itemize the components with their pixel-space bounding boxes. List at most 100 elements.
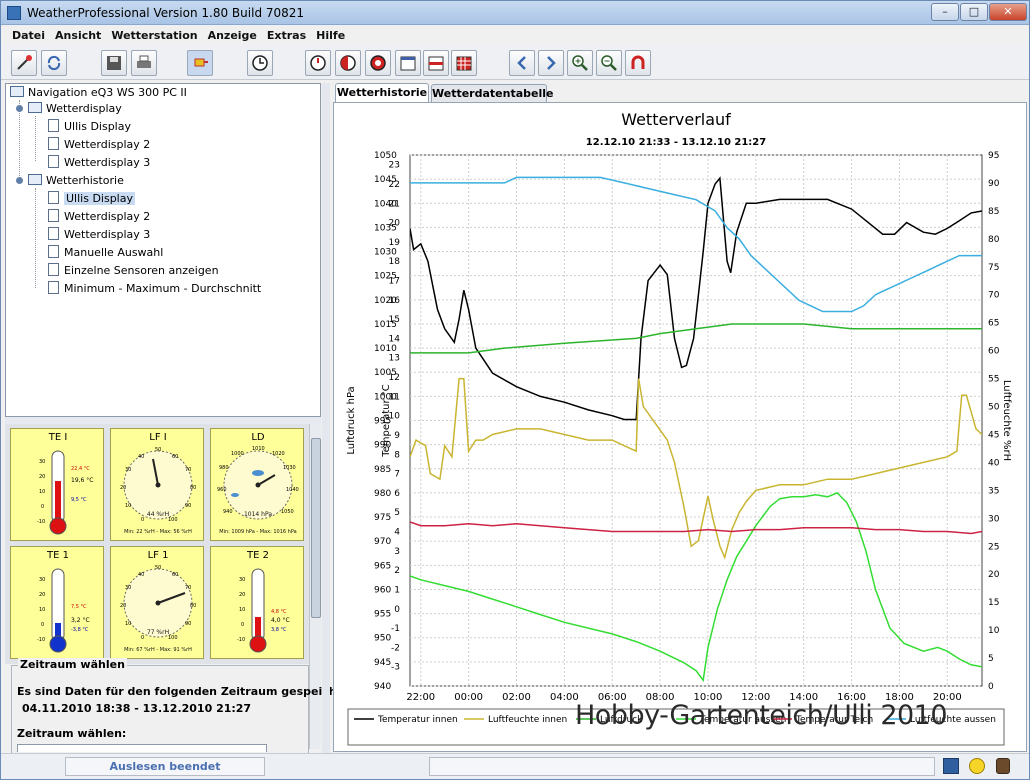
gauge-scale-40: 40 xyxy=(138,572,145,578)
print-button[interactable] xyxy=(131,50,157,76)
gauge-scale-m10: -10 xyxy=(37,519,46,525)
tree-item-wetterdisplay-2[interactable]: Wetterdisplay 2 xyxy=(48,137,150,153)
refresh-button[interactable] xyxy=(41,50,67,76)
temp-tick-label: -1 xyxy=(391,624,400,634)
temp-tick-label: 14 xyxy=(389,334,401,344)
thermometer-icon xyxy=(49,568,67,653)
horizontal-splitter[interactable] xyxy=(5,417,321,424)
humidity-tick-label: 30 xyxy=(988,514,1000,524)
pressure-tick-label: 965 xyxy=(374,561,391,571)
calendar-month-button[interactable] xyxy=(451,50,477,76)
gauge-scale-0: 0 xyxy=(141,635,145,641)
humidity-tick-label: 70 xyxy=(988,291,1000,301)
gauge-scale-80: 80 xyxy=(190,603,197,609)
status-progress xyxy=(429,757,935,776)
station-icon[interactable] xyxy=(996,758,1010,774)
tree-item-wetterdisplay-3[interactable]: Wetterdisplay 3 xyxy=(48,155,150,171)
gauge-panel-scrollbar[interactable] xyxy=(309,424,321,749)
temp-tick-label: 6 xyxy=(394,489,400,499)
monitor-icon[interactable] xyxy=(943,758,959,774)
clock-12h-button[interactable] xyxy=(365,50,391,76)
expand-icon[interactable] xyxy=(16,105,23,112)
gauge-scale-70: 70 xyxy=(185,467,192,473)
x-tick-label: 22:00 xyxy=(406,692,435,703)
gauge-scale-960: 960 xyxy=(217,487,227,493)
pressure-tick-label: 970 xyxy=(374,537,391,547)
gauge-scale-m10: -10 xyxy=(237,637,246,643)
gauge-scale-980: 980 xyxy=(219,465,229,471)
gauge-scale-1000: 1000 xyxy=(231,451,244,457)
tree-root[interactable]: Navigation eQ3 WS 300 PC II xyxy=(10,85,187,101)
tab-wetterdatentabelle[interactable]: Wetterdatentabelle xyxy=(431,84,553,103)
tree-item-manuelle-auswahl[interactable]: Manuelle Auswahl xyxy=(48,245,163,261)
wizard-icon xyxy=(17,55,32,70)
maximize-button[interactable]: □ xyxy=(960,3,988,21)
temp-tick-label: 13 xyxy=(389,354,400,364)
zeitraum-range: 04.11.2010 18:38 - 13.12.2010 21:27 xyxy=(22,702,252,715)
wizard-button[interactable] xyxy=(11,50,37,76)
gauge-scale-30: 30 xyxy=(39,459,46,465)
temp-tick-label: 8 xyxy=(394,450,400,460)
gauge-panel: TE I 19,6 °C 22,4 °C 9,5 °C 30 20 10 0 -… xyxy=(5,424,309,664)
gauge-scale-m10: -10 xyxy=(37,637,46,643)
menu-hilfe[interactable]: Hilfe xyxy=(311,26,350,45)
calendar-icon xyxy=(400,56,416,71)
menu-bar: Datei Ansicht Wetterstation Anzeige Extras Hi… xyxy=(1,26,1029,46)
zeitraum-select[interactable] xyxy=(17,744,267,752)
calendar-week-button[interactable] xyxy=(423,50,449,76)
temp-tick-label: 20 xyxy=(389,219,401,229)
smiley-icon[interactable] xyxy=(969,758,985,774)
pressure-tick-label: 1050 xyxy=(374,151,397,161)
expand-icon[interactable] xyxy=(16,177,23,184)
zoom-out-button[interactable] xyxy=(596,50,622,76)
vertical-splitter[interactable] xyxy=(322,83,330,753)
back-button[interactable] xyxy=(509,50,535,76)
tree-item-einzelne-sensoren[interactable]: Einzelne Sensoren anzeigen xyxy=(48,263,219,279)
minimize-button[interactable]: – xyxy=(931,3,959,21)
hygrometer-icon xyxy=(123,568,193,638)
document-icon xyxy=(48,119,59,132)
gauge-lf-1: LF 1 77 %rH Min: 67 %rH - Max: 91 %rH 0 … xyxy=(110,546,204,659)
clock-6h-button[interactable] xyxy=(335,50,361,76)
forward-button[interactable] xyxy=(538,50,564,76)
document-icon xyxy=(48,191,59,204)
tree-group-wetterhistorie[interactable]: Wetterhistorie xyxy=(28,173,124,189)
tab-wetterhistorie[interactable]: Wetterhistorie xyxy=(335,83,429,104)
gauge-scale-20: 20 xyxy=(120,485,127,491)
legend-label-1: Luftfeuchte innen xyxy=(488,715,567,725)
clock-1h-button[interactable] xyxy=(305,50,331,76)
temp-tick-label: 21 xyxy=(389,199,400,209)
tree-group-wetterdisplay[interactable]: Wetterdisplay xyxy=(28,101,122,117)
menu-anzeige[interactable]: Anzeige xyxy=(203,26,262,45)
tree-item-min-max[interactable]: Minimum - Maximum - Durchschnitt xyxy=(48,281,261,297)
save-button[interactable] xyxy=(101,50,127,76)
calendar-day-button[interactable] xyxy=(395,50,421,76)
tree-item-ullis-display[interactable]: Ullis Display xyxy=(48,119,131,135)
gauge-scale-1050: 1050 xyxy=(281,509,294,515)
pressure-axis-label: Luftdruck hPa xyxy=(346,386,357,454)
zoom-in-button[interactable] xyxy=(567,50,593,76)
gauge-scale-90: 90 xyxy=(185,621,192,627)
calendar-icon xyxy=(456,56,472,71)
gauge-value: 3,2 °C xyxy=(71,617,90,624)
tree-item-historie-wetterdisplay-3[interactable]: Wetterdisplay 3 xyxy=(48,227,150,243)
menu-ansicht[interactable]: Ansicht xyxy=(50,26,106,45)
reset-zoom-button[interactable] xyxy=(625,50,651,76)
scrollbar-thumb[interactable] xyxy=(311,438,321,618)
clock-button[interactable] xyxy=(247,50,273,76)
gauge-max: 7,5 °C xyxy=(71,604,87,610)
pressure-tick-label: 960 xyxy=(374,585,391,595)
pressure-tick-label: 1010 xyxy=(374,344,397,354)
gauge-scale-80: 80 xyxy=(190,485,197,491)
navigation-tree: Navigation eQ3 WS 300 PC II Wetterdispla… xyxy=(5,83,321,417)
title-bar[interactable]: WeatherProfessional Version 1.80 Build 7… xyxy=(1,1,1029,25)
menu-datei[interactable]: Datei xyxy=(7,26,50,45)
humidity-tick-label: 35 xyxy=(988,486,999,496)
menu-wetterstation[interactable]: Wetterstation xyxy=(106,26,202,45)
temp-tick-label: 5 xyxy=(394,508,400,518)
tree-item-historie-wetterdisplay-2[interactable]: Wetterdisplay 2 xyxy=(48,209,150,225)
close-button[interactable]: ✕ xyxy=(989,3,1027,21)
tree-item-historie-ullis-display[interactable]: Ullis Display xyxy=(48,191,135,207)
menu-extras[interactable]: Extras xyxy=(262,26,311,45)
pin-button[interactable] xyxy=(187,50,213,76)
